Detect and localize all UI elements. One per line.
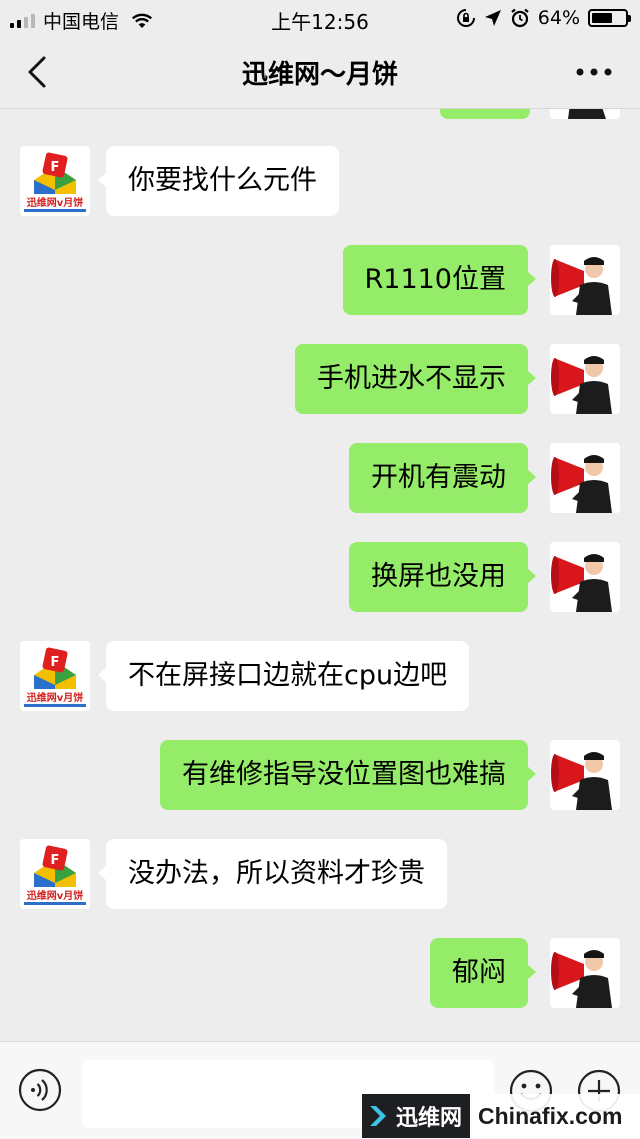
message-bubble[interactable]: 郁闷 bbox=[430, 938, 536, 1008]
svg-text:迅维网v月饼: 迅维网v月饼 bbox=[27, 889, 84, 902]
my-avatar[interactable] bbox=[550, 938, 620, 1008]
watermark: 迅维网 Chinafix.com bbox=[362, 1094, 640, 1138]
message-bubble[interactable]: 不在屏接口边就在cpu边吧 bbox=[97, 641, 470, 711]
svg-text:迅维网v月饼: 迅维网v月饼 bbox=[27, 196, 84, 209]
previous-message-bubble bbox=[440, 109, 530, 119]
message-bubble[interactable]: 换屏也没用 bbox=[349, 542, 536, 612]
battery-percent: 64% bbox=[537, 7, 580, 29]
voice-icon[interactable] bbox=[18, 1068, 62, 1112]
alarm-icon bbox=[511, 8, 529, 28]
contact-avatar[interactable]: F 迅维网v月饼 bbox=[20, 839, 90, 909]
message-list[interactable]: F 迅维网v月饼 你要找什么元件 R1110位置 手机进水不显示 开机有震动 换… bbox=[0, 109, 640, 1041]
contact-avatar[interactable]: F 迅维网v月饼 bbox=[20, 146, 90, 216]
message-bubble[interactable]: 有维修指导没位置图也难搞 bbox=[160, 740, 536, 810]
message-bubble[interactable]: R1110位置 bbox=[342, 245, 537, 315]
my-avatar[interactable] bbox=[550, 245, 620, 315]
svg-text:F: F bbox=[51, 853, 60, 868]
contact-avatar[interactable]: F 迅维网v月饼 bbox=[20, 641, 90, 711]
message-bubble[interactable]: 开机有震动 bbox=[349, 443, 536, 513]
my-avatar[interactable] bbox=[550, 542, 620, 612]
chat-header: 迅维网～月饼 bbox=[0, 36, 640, 109]
logo-arrow-icon bbox=[370, 1106, 386, 1126]
message-bubble[interactable]: 手机进水不显示 bbox=[295, 344, 536, 414]
svg-text:F: F bbox=[51, 655, 60, 670]
svg-text:迅维网v月饼: 迅维网v月饼 bbox=[27, 691, 84, 704]
message-bubble[interactable]: 你要找什么元件 bbox=[98, 146, 339, 216]
my-avatar[interactable] bbox=[550, 344, 620, 414]
watermark-logo-text: 迅维网 bbox=[396, 1106, 463, 1131]
chat-title: 迅维网～月饼 bbox=[241, 60, 398, 90]
previous-message-avatar bbox=[550, 109, 620, 119]
rotation-lock-icon bbox=[456, 9, 475, 27]
svg-text:F: F bbox=[51, 160, 60, 175]
more-dots-icon[interactable] bbox=[574, 62, 614, 82]
my-avatar[interactable] bbox=[550, 740, 620, 810]
message-bubble[interactable]: 没办法，所以资料才珍贵 bbox=[98, 839, 447, 909]
location-icon bbox=[484, 10, 501, 26]
watermark-site: Chinafix.com bbox=[470, 1094, 640, 1138]
battery-icon bbox=[588, 9, 631, 27]
battery-level bbox=[592, 13, 613, 23]
my-avatar[interactable] bbox=[550, 443, 620, 513]
status-bar: 中国电信 上午12:56 64% bbox=[0, 0, 640, 36]
